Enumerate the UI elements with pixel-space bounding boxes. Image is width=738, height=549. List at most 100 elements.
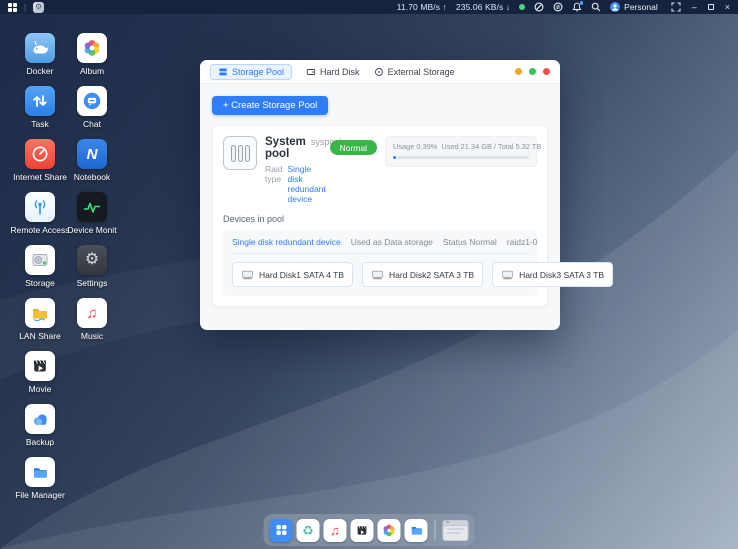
gear-icon: ⚙ <box>446 520 450 525</box>
ecg-line-icon <box>77 192 107 222</box>
storage-pool-icon <box>218 67 228 77</box>
close-button[interactable]: × <box>725 3 730 12</box>
usage-progress-fill <box>393 156 396 159</box>
desktop-icon-label: File Manager <box>15 490 65 500</box>
disk-chip-2[interactable]: Hard Disk2 SATA 3 TB <box>362 262 483 287</box>
desktop-icon-music[interactable]: ♫ Music <box>60 298 124 341</box>
sync-status-icon[interactable] <box>553 2 563 12</box>
window-titlebar[interactable]: Storage Pool Hard Disk External Storage <box>200 60 560 84</box>
devices-box: Single disk redundant device Used as Dat… <box>223 230 537 296</box>
disk-label: Hard Disk3 SATA 3 TB <box>519 270 604 280</box>
dock-movie[interactable] <box>351 519 374 542</box>
pool-array-icon <box>223 136 257 170</box>
desktop-icon-settings[interactable]: ⚙ Settings <box>60 245 124 288</box>
download-speed: 235.06 KB/s ↓ <box>456 2 510 12</box>
blocked-sign-icon[interactable] <box>534 2 544 12</box>
raid-type-label: Raid type <box>265 164 282 184</box>
desktop-icon-label: Device Monit <box>67 225 116 235</box>
dock-file-manager[interactable] <box>405 519 428 542</box>
music-note-icon: ♫ <box>330 524 340 537</box>
desktop-icon-label: Album <box>80 66 104 76</box>
desktop-icon-label: Internet Share <box>13 172 67 182</box>
create-storage-pool-button[interactable]: + Create Storage Pool <box>212 96 328 115</box>
usage-box: Usage 0.39% Used 21.34 GB / Total 5.32 T… <box>385 136 537 167</box>
upload-speed: 11.70 MB/s ↑ <box>397 2 447 12</box>
tab-hard-disk[interactable]: Hard Disk <box>306 67 360 77</box>
dock: ♻ ♫ <box>264 514 475 546</box>
notebook-n-icon: N <box>77 139 107 169</box>
desktop-icon-label: Backup <box>26 437 54 447</box>
usage-progress-track <box>393 156 529 159</box>
status-dot-icon[interactable] <box>519 4 525 10</box>
gear-icon: ⚙ <box>77 245 107 275</box>
desktop-icon-album[interactable]: Album <box>60 33 124 76</box>
dock-music[interactable]: ♫ <box>324 519 347 542</box>
system-pool-card: System pool syspool Raid type Single dis… <box>212 125 548 307</box>
desktop-icon-label: Notebook <box>74 172 110 182</box>
device-raid-group: raidz1-0 <box>507 237 538 247</box>
window-maximize-light[interactable] <box>529 68 536 75</box>
apps-grid-icon[interactable] <box>8 3 17 12</box>
desktop-icon-movie[interactable]: Movie <box>8 351 72 394</box>
desktop-icon-label: LAN Share <box>19 331 61 341</box>
desktop-icon-label: Movie <box>29 384 52 394</box>
clapperboard-icon <box>25 351 55 381</box>
desktop-icon-label: Settings <box>77 278 108 288</box>
gear-icon: ⚙ <box>35 3 42 11</box>
disk-label: Hard Disk2 SATA 3 TB <box>389 270 474 280</box>
minimize-button[interactable]: – <box>692 3 697 12</box>
storage-window: Storage Pool Hard Disk External Storage <box>200 60 560 330</box>
search-icon[interactable] <box>591 2 601 12</box>
desktop-icon-backup[interactable]: Backup <box>8 404 72 447</box>
maximize-button[interactable] <box>708 4 714 10</box>
chat-bubble-icon <box>77 86 107 116</box>
dock-running-storage-window[interactable]: ⚙ <box>443 520 469 541</box>
dock-trash[interactable]: ♻ <box>297 519 320 542</box>
device-type-link[interactable]: Single disk redundant device <box>232 237 341 247</box>
desktop-icon-file-manager[interactable]: File Manager <box>8 457 72 500</box>
dock-app-launcher[interactable] <box>270 519 293 542</box>
recycle-icon: ♻ <box>302 524 314 537</box>
desktop-icon-notebook[interactable]: N Notebook <box>60 139 124 182</box>
notifications-bell-icon[interactable] <box>572 2 582 12</box>
tab-label: Storage Pool <box>232 67 284 77</box>
hard-disk-icon <box>306 67 316 77</box>
tab-external-storage[interactable]: External Storage <box>374 67 455 77</box>
disk-chip-1[interactable]: Hard Disk1 SATA 4 TB <box>232 262 353 287</box>
avatar <box>610 2 620 12</box>
task-arrows-icon <box>25 86 55 116</box>
antenna-icon <box>25 192 55 222</box>
desktop-icon-chat[interactable]: Chat <box>60 86 124 129</box>
raid-type-link[interactable]: Single disk redundant device <box>287 164 325 204</box>
folder-icon <box>25 457 55 487</box>
active-app-icon[interactable]: ⚙ <box>33 2 44 13</box>
window-minimize-light[interactable] <box>515 68 522 75</box>
album-flower-icon <box>77 33 107 63</box>
usage-used-total-label: Used 21.34 GB / Total 5.32 TB <box>441 142 541 151</box>
window-content: + Create Storage Pool System pool syspoo… <box>200 84 560 318</box>
compass-arrow-icon <box>25 139 55 169</box>
dock-album[interactable] <box>378 519 401 542</box>
disk-icon <box>371 268 384 281</box>
album-flower-icon <box>382 523 397 538</box>
disk-chip-3[interactable]: Hard Disk3 SATA 3 TB <box>492 262 613 287</box>
disk-label: Hard Disk1 SATA 4 TB <box>259 270 344 280</box>
menu-bar: | ⚙ 11.70 MB/s ↑ 235.06 KB/s ↓ <box>0 0 738 14</box>
disk-icon <box>501 268 514 281</box>
device-used-as: Used as Data storage <box>351 237 433 247</box>
tab-storage-pool[interactable]: Storage Pool <box>210 64 292 80</box>
shared-folder-icon <box>25 298 55 328</box>
desktop-icon-device-monitor[interactable]: Device Monit <box>60 192 124 235</box>
desktop-icon-label: Storage <box>25 278 55 288</box>
window-close-light[interactable] <box>543 68 550 75</box>
user-menu[interactable]: Personal <box>610 2 658 12</box>
desktop-icon-label: Docker <box>27 66 54 76</box>
desktop-icon-label: Music <box>81 331 103 341</box>
desktop: | ⚙ 11.70 MB/s ↑ 235.06 KB/s ↓ <box>0 0 738 549</box>
status-badge: Normal <box>330 140 377 155</box>
fullscreen-icon[interactable] <box>671 2 681 12</box>
docker-whale-icon <box>25 33 55 63</box>
tab-label: Hard Disk <box>320 67 360 77</box>
external-storage-icon <box>374 67 384 77</box>
devices-in-pool-title: Devices in pool <box>223 214 537 224</box>
